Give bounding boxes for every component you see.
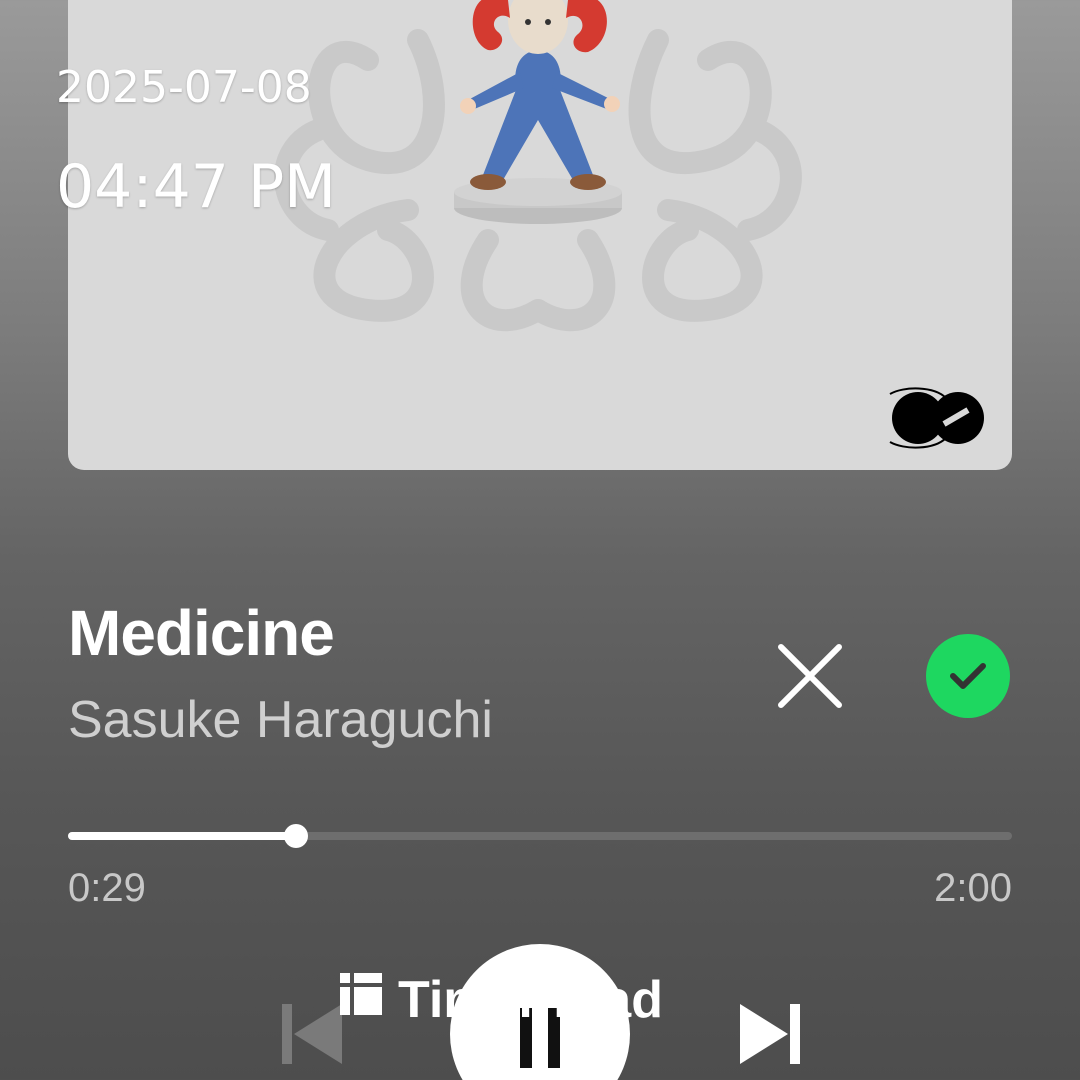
- dismiss-button[interactable]: [770, 636, 850, 716]
- check-circle-icon: [950, 663, 986, 689]
- overlay-date: 2025-07-08: [56, 62, 312, 113]
- overlay-time: 04:47 PM: [56, 152, 336, 222]
- overlay-label-text: Timer read: [398, 971, 663, 1029]
- grid-icon: [338, 970, 384, 1030]
- liked-button[interactable]: [926, 634, 1010, 718]
- record-label-logo: [884, 384, 992, 452]
- elapsed-time: 0:29: [68, 866, 146, 910]
- track-title: Medicine: [68, 597, 335, 669]
- overlay-label: Timer read: [338, 970, 663, 1030]
- skip-next-icon: [740, 1004, 800, 1064]
- progress-fill: [68, 832, 297, 840]
- progress-knob[interactable]: [284, 824, 309, 848]
- progress-bar[interactable]: [68, 824, 1012, 848]
- track-artist[interactable]: Sasuke Haraguchi: [68, 690, 493, 750]
- next-button[interactable]: [734, 998, 806, 1070]
- total-time: 2:00: [934, 866, 1012, 910]
- close-icon: [778, 644, 842, 708]
